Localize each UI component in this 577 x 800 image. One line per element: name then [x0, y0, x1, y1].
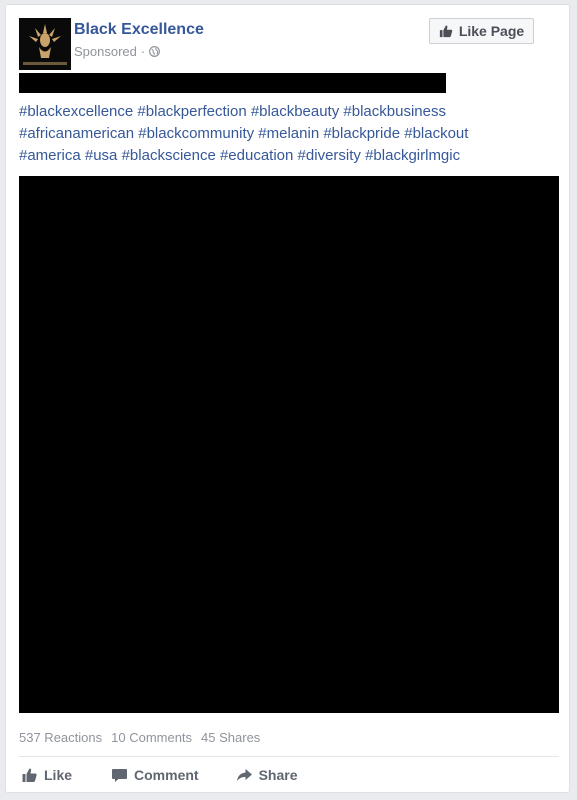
hashtag-link[interactable]: #blackgirlmgic [365, 147, 460, 164]
black-excellence-logo-icon [19, 18, 71, 70]
thumbs-up-icon [22, 768, 37, 782]
reactions-count[interactable]: 537 Reactions [19, 730, 102, 745]
hashtag-link[interactable]: #blackexcellence [19, 103, 133, 120]
hashtag-link[interactable]: #usa [85, 147, 118, 164]
post-meta: Sponsored · [74, 44, 161, 59]
hashtag-link[interactable]: #diversity [298, 147, 361, 164]
hashtag-link[interactable]: #blackbusiness [343, 103, 446, 120]
sponsored-post: Black Excellence Sponsored · Like Page #… [5, 4, 570, 793]
hashtag-link[interactable]: #blackbeauty [251, 103, 339, 120]
hashtag-link[interactable]: #melanin [258, 125, 319, 142]
page-name-link[interactable]: Black Excellence [74, 21, 204, 39]
comment-icon [112, 769, 128, 782]
hashtag-text: #blackexcellence #blackperfection #black… [19, 101, 559, 167]
hashtag-link[interactable]: #africanamerican [19, 125, 134, 142]
hashtag-link[interactable]: #america [19, 147, 81, 164]
share-arrow-icon [236, 769, 252, 781]
hashtag-link[interactable]: #blackcommunity [138, 125, 254, 142]
hashtag-link[interactable]: #blackout [404, 125, 468, 142]
comment-button[interactable]: Comment [111, 767, 199, 783]
post-media-redacted[interactable] [19, 176, 559, 713]
thumbs-up-icon [439, 25, 453, 38]
shares-count[interactable]: 45 Shares [201, 730, 260, 745]
like-page-label: Like Page [458, 23, 525, 39]
meta-separator: · [140, 44, 146, 59]
hashtag-line: #africanamerican #blackcommunity #melani… [19, 123, 559, 145]
like-label: Like [44, 767, 73, 783]
post-actions: Like Comment Share [19, 763, 559, 787]
like-page-button[interactable]: Like Page [429, 18, 534, 44]
page-avatar[interactable] [19, 18, 71, 70]
hashtag-link[interactable]: #blackperfection [137, 103, 246, 120]
like-button[interactable]: Like [21, 767, 72, 783]
actions-divider [19, 756, 559, 757]
engagement-stats: 537 Reactions 10 Comments 45 Shares [19, 730, 260, 745]
sponsored-label[interactable]: Sponsored [74, 44, 137, 59]
hashtag-link[interactable]: #blackpride [323, 125, 400, 142]
hashtag-link[interactable]: #education [220, 147, 293, 164]
hashtag-line: #america #usa #blackscience #education #… [19, 145, 559, 167]
share-label: Share [258, 767, 298, 783]
share-button[interactable]: Share [236, 767, 298, 783]
globe-icon[interactable] [149, 46, 161, 57]
comment-label: Comment [134, 767, 199, 783]
hashtag-line: #blackexcellence #blackperfection #black… [19, 101, 559, 123]
hashtag-link[interactable]: #blackscience [122, 147, 216, 164]
redacted-text [19, 73, 446, 93]
comments-count[interactable]: 10 Comments [111, 730, 192, 745]
